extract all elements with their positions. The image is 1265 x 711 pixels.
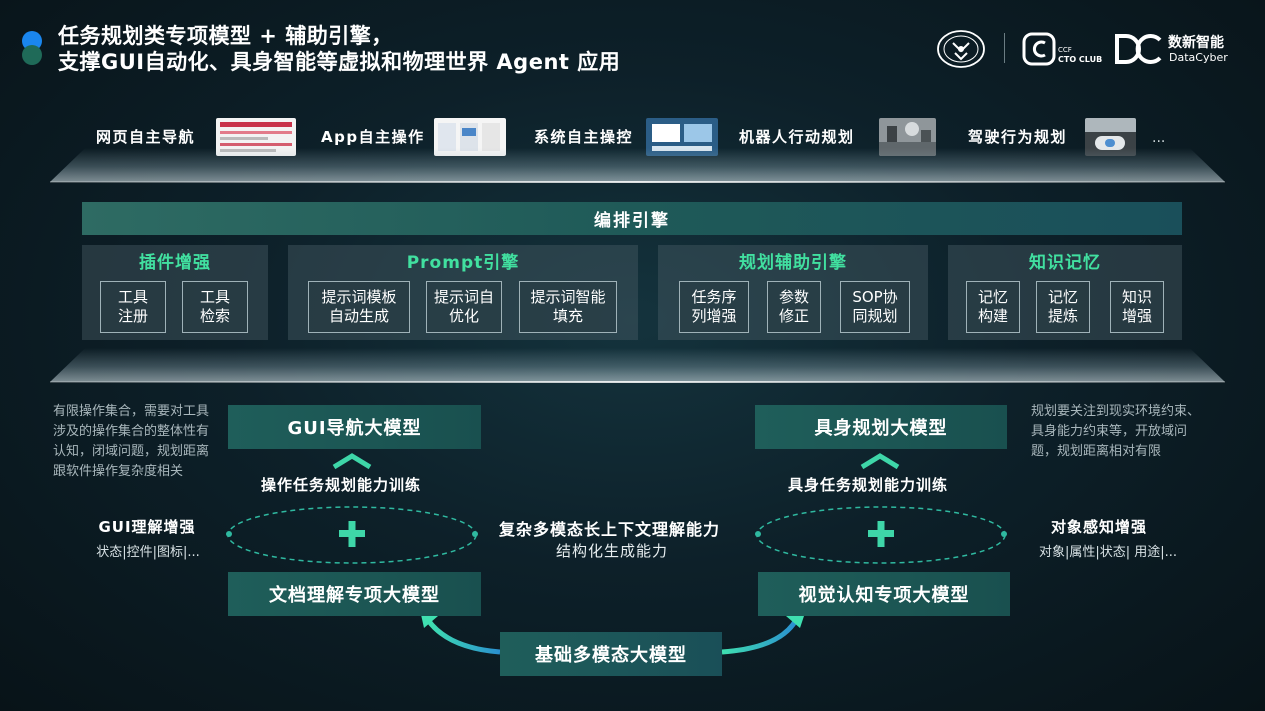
arrow-to-right-icon [721, 618, 799, 655]
left-ellipse-node [472, 531, 478, 537]
left-training-label: 操作任务规划能力训练 [261, 476, 422, 494]
right-training-label: 具身任务规划能力训练 [788, 476, 949, 494]
gui-understanding-enhance-sub: 状态|控件|图标|... [96, 545, 200, 560]
right-plus-icon [868, 521, 894, 547]
right-ellipse-node [755, 531, 761, 537]
left-chevron-up-icon [332, 453, 372, 470]
embodied-planning-model-box: 具身规划大模型 [755, 405, 1007, 449]
visual-cognition-model-box: 视觉认知专项大模型 [758, 572, 1010, 616]
center-capability-title: 复杂多模态长上下文理解能力 [499, 520, 721, 539]
object-perception-enhance-title: 对象感知增强 [1050, 518, 1147, 536]
right-note: 规划要关注到现实环境约束、具身能力约束等，开放域问题，规划距离相对有限 [1031, 404, 1201, 459]
base-multimodal-model-box: 基础多模态大模型 [500, 632, 722, 676]
document-understanding-model-box: 文档理解专项大模型 [228, 572, 481, 616]
center-capability-sub: 结构化生成能力 [556, 542, 669, 560]
right-chevron-up-icon [860, 453, 900, 470]
left-ellipse-node [226, 531, 232, 537]
left-plus-icon [339, 521, 365, 547]
gui-understanding-enhance-title: GUI理解增强 [98, 518, 196, 536]
arrow-to-left-icon [425, 618, 501, 655]
object-perception-enhance-sub: 对象|属性|状态| 用途|... [1038, 545, 1178, 560]
right-ellipse-node [1001, 531, 1007, 537]
connector-layer [226, 453, 1007, 655]
gui-navigation-model-box: GUI导航大模型 [228, 405, 481, 449]
left-note: 有限操作集合，需要对工具涉及的操作集合的整体性有认知，闭域问题，规划距离跟软件操… [53, 404, 210, 479]
